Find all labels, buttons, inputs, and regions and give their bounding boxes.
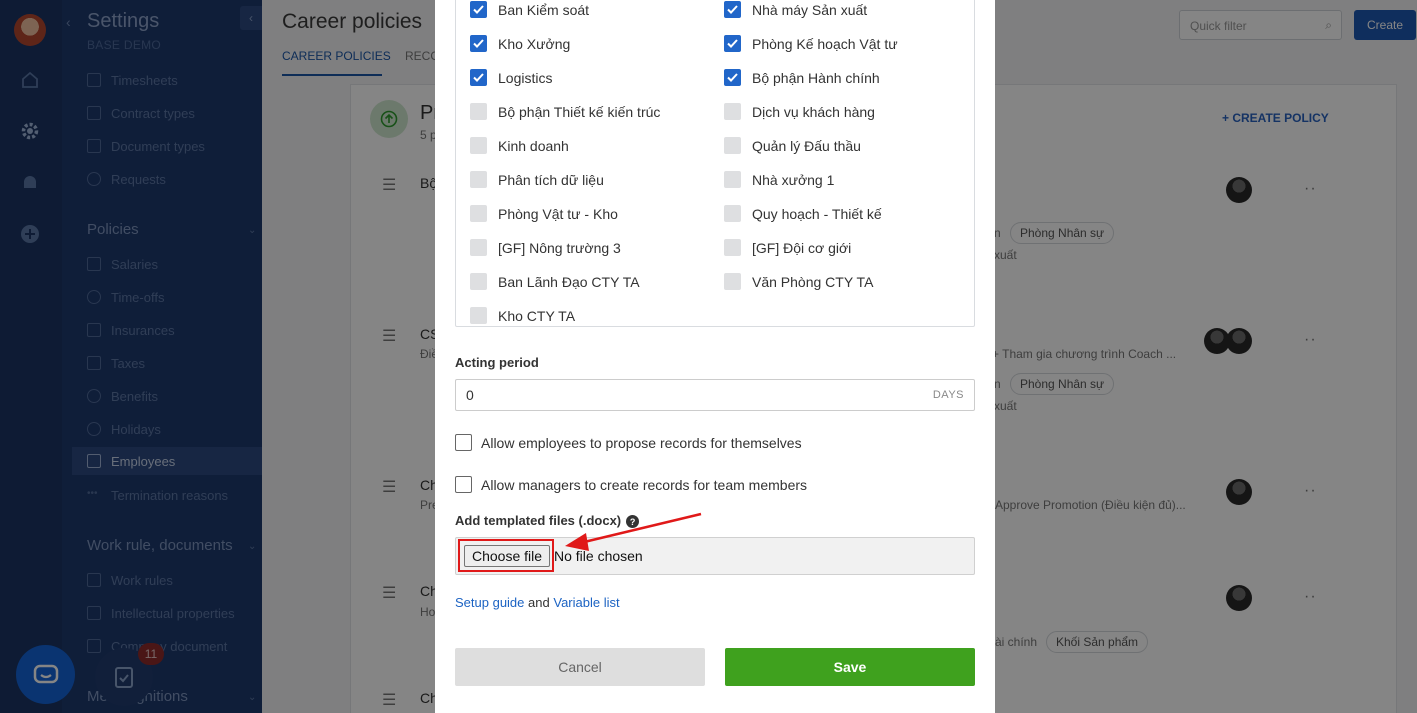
allow-employees-checkbox[interactable]: Allow employees to propose records for t…: [455, 434, 802, 451]
department-label: Quản lý Đấu thầu: [752, 137, 861, 154]
department-checkbox[interactable]: Văn Phòng CTY TA: [724, 273, 873, 290]
department-checkbox[interactable]: [GF] Nông trường 3: [470, 239, 621, 256]
checkbox-unchecked-icon[interactable]: [470, 171, 487, 188]
checkbox-unchecked-icon[interactable]: [724, 205, 741, 222]
department-label: [GF] Đội cơ giới: [752, 239, 852, 256]
department-label: Dịch vụ khách hàng: [752, 103, 875, 120]
checkbox-checked-icon[interactable]: [470, 69, 487, 86]
department-checkbox[interactable]: Dịch vụ khách hàng: [724, 103, 875, 120]
department-label: Phòng Vật tư - Kho: [498, 205, 618, 222]
acting-period-label: Acting period: [455, 355, 539, 370]
checkbox-unchecked-icon[interactable]: [470, 137, 487, 154]
file-status-text: No file chosen: [554, 548, 643, 564]
checkbox-unchecked-icon[interactable]: [470, 205, 487, 222]
department-checkbox[interactable]: Phòng Vật tư - Kho: [470, 205, 618, 222]
checkbox-unchecked-icon[interactable]: [470, 103, 487, 120]
department-checkbox[interactable]: Quy hoạch - Thiết kế: [724, 205, 882, 222]
department-label: Nhà máy Sản xuất: [752, 1, 868, 18]
department-checkbox[interactable]: Bộ phận Hành chính: [724, 69, 880, 86]
department-label: Kho CTY TA: [498, 307, 576, 324]
acting-period-input[interactable]: 0 DAYS: [455, 379, 975, 411]
department-label: Kinh doanh: [498, 137, 569, 154]
cancel-button[interactable]: Cancel: [455, 648, 705, 686]
department-label: Quy hoạch - Thiết kế: [752, 205, 882, 222]
department-checkbox[interactable]: Kinh doanh: [470, 137, 569, 154]
acting-period-unit: DAYS: [932, 389, 964, 401]
checkbox-checked-icon[interactable]: [724, 35, 741, 52]
policy-modal: Ban Kiểm soát Nhà máy Sản xuất Kho Xưởng Ph…: [435, 0, 995, 713]
checkbox-checked-icon[interactable]: [724, 69, 741, 86]
department-checkbox[interactable]: Phòng Kế hoạch Vật tư: [724, 35, 898, 52]
checkbox-square[interactable]: [455, 434, 472, 451]
checkbox-unchecked-icon[interactable]: [724, 239, 741, 256]
department-label: Ban Lãnh Đạo CTY TA: [498, 273, 640, 290]
department-label: Phân tích dữ liệu: [498, 171, 604, 188]
department-checkbox[interactable]: Kho Xưởng: [470, 35, 570, 52]
department-checkbox[interactable]: Logistics: [470, 69, 552, 86]
department-checkbox[interactable]: Bộ phận Thiết kế kiến trúc: [470, 103, 660, 120]
department-label: Bộ phận Hành chính: [752, 69, 880, 86]
templated-files-label: Add templated files (.docx)?: [455, 513, 640, 529]
setup-guide-link[interactable]: Setup guide: [455, 595, 524, 610]
department-label: Kho Xưởng: [498, 35, 571, 52]
checkbox-checked-icon[interactable]: [724, 1, 741, 18]
department-label: Văn Phòng CTY TA: [752, 273, 874, 290]
checkbox-unchecked-icon[interactable]: [724, 103, 741, 120]
checkbox-square[interactable]: [455, 476, 472, 493]
department-label: Bộ phận Thiết kế kiến trúc: [498, 103, 661, 120]
checkbox-unchecked-icon[interactable]: [724, 137, 741, 154]
checkbox-unchecked-icon[interactable]: [724, 171, 741, 188]
help-icon[interactable]: ?: [626, 515, 640, 529]
department-checkbox[interactable]: Kho CTY TA: [470, 307, 575, 324]
help-links: Setup guide and Variable list: [455, 595, 620, 610]
department-label: [GF] Nông trường 3: [498, 239, 621, 256]
variable-list-link[interactable]: Variable list: [553, 595, 619, 610]
department-checkbox[interactable]: Ban Lãnh Đạo CTY TA: [470, 273, 640, 290]
department-checkbox[interactable]: [GF] Đội cơ giới: [724, 239, 851, 256]
save-button[interactable]: Save: [725, 648, 975, 686]
department-label: Ban Kiểm soát: [498, 1, 590, 18]
department-checkbox[interactable]: Nhà máy Sản xuất: [724, 1, 867, 18]
checkbox-unchecked-icon[interactable]: [724, 273, 741, 290]
checkbox-checked-icon[interactable]: [470, 35, 487, 52]
department-checkbox[interactable]: Nhà xưởng 1: [724, 171, 834, 188]
department-checkbox[interactable]: Quản lý Đấu thầu: [724, 137, 861, 154]
checkbox-checked-icon[interactable]: [470, 1, 487, 18]
department-label: Phòng Kế hoạch Vật tư: [752, 35, 898, 52]
checkbox-unchecked-icon[interactable]: [470, 273, 487, 290]
allow-managers-checkbox[interactable]: Allow managers to create records for tea…: [455, 476, 807, 493]
checkbox-unchecked-icon[interactable]: [470, 239, 487, 256]
department-checkbox[interactable]: Phân tích dữ liệu: [470, 171, 604, 188]
department-label: Nhà xưởng 1: [752, 171, 835, 188]
checkbox-unchecked-icon[interactable]: [470, 307, 487, 324]
department-checkbox[interactable]: Ban Kiểm soát: [470, 1, 589, 18]
choose-file-button[interactable]: Choose file: [464, 545, 550, 567]
department-label: Logistics: [498, 69, 553, 86]
